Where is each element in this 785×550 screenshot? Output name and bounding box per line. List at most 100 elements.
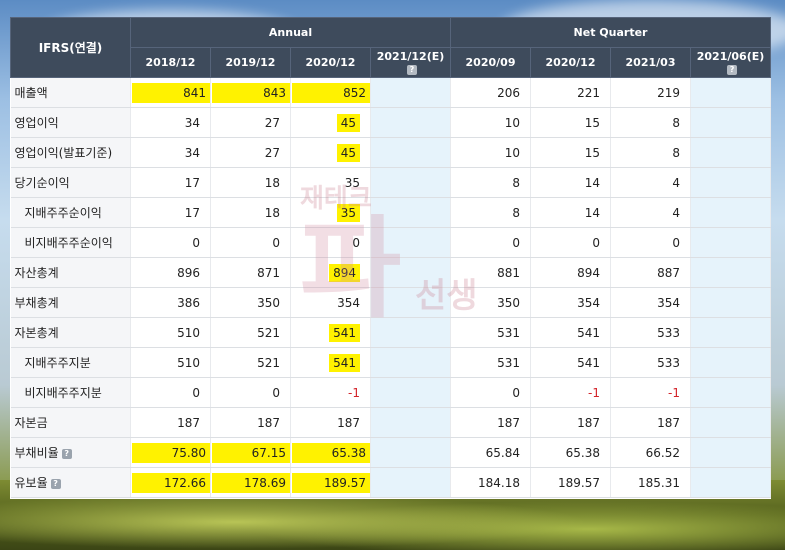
cell-value: 521: [257, 325, 280, 340]
cell-value: 45: [336, 143, 360, 162]
table-cell: 178.69: [210, 467, 291, 498]
help-icon[interactable]: ?: [407, 64, 417, 75]
table-cell: [370, 227, 452, 258]
table-cell: 8: [450, 197, 532, 228]
cell-value: 521: [257, 355, 280, 370]
cell-value: 10: [504, 115, 521, 130]
cell-value: -1: [668, 385, 681, 400]
row-label[interactable]: 영업이익: [15, 116, 59, 130]
cell-value: 0: [272, 385, 280, 400]
table-cell: 221: [530, 77, 612, 108]
row-label[interactable]: 당기순이익: [15, 176, 70, 190]
row-label[interactable]: 부채비율: [15, 446, 59, 460]
table-cell: 35: [290, 167, 371, 198]
help-icon[interactable]: ?: [727, 64, 738, 75]
row-label-cell: 자본금: [10, 407, 131, 438]
row-label[interactable]: 자본금: [15, 416, 48, 430]
cell-value: 66.52: [645, 445, 681, 460]
help-icon[interactable]: ?: [50, 478, 61, 489]
table-cell: 8: [610, 137, 692, 168]
row-label-cell: 부채비율?: [10, 437, 131, 468]
table-cell: 541: [290, 347, 371, 378]
table-cell: 0: [290, 227, 371, 258]
table-cell: 219: [610, 77, 692, 108]
row-label-cell: 지배주주지분: [10, 347, 131, 378]
help-icon[interactable]: ?: [61, 448, 72, 459]
row-label[interactable]: 매출액: [15, 86, 48, 100]
column-header-label: 2020/12: [545, 56, 596, 69]
row-label-cell: 당기순이익: [10, 167, 131, 198]
table-cell: 521: [210, 317, 291, 348]
table-cell: 531: [450, 317, 532, 348]
cell-value: 187: [577, 415, 601, 430]
table-row: 지배주주지분 510 521 541 531 541 533: [10, 347, 772, 378]
table-cell: 521: [210, 347, 291, 378]
cell-value: 541: [329, 323, 360, 342]
table-cell: 189.57: [530, 467, 612, 498]
table-cell: 65.38: [290, 437, 371, 468]
table-cell: [690, 227, 772, 258]
cell-value: 15: [584, 115, 601, 130]
column-header-label: 2018/12: [145, 56, 196, 69]
cell-value: 187: [257, 415, 280, 430]
table-cell: [370, 197, 452, 228]
row-label[interactable]: 자산총계: [15, 266, 59, 280]
cell-value: 178.69: [212, 472, 290, 493]
cell-value: 35: [336, 203, 360, 222]
cell-value: 184.18: [478, 475, 521, 490]
cell-value: 541: [577, 325, 601, 340]
cell-value: 14: [584, 175, 601, 190]
table-cell: -1: [530, 377, 612, 408]
row-label-cell: 비지배주주순이익: [10, 227, 131, 258]
cell-value: 45: [336, 113, 360, 132]
table-cell: [370, 317, 452, 348]
table-cell: 34: [130, 107, 211, 138]
row-label[interactable]: 유보율: [15, 476, 48, 490]
column-header: 2020/09: [450, 47, 532, 78]
table-cell: [370, 287, 452, 318]
table-cell: 189.57: [290, 467, 371, 498]
cell-value: 0: [352, 235, 360, 250]
cell-value: 8: [672, 145, 681, 160]
table-row: 매출액 841 843 852 206 221 219: [10, 77, 772, 108]
cell-value: 17: [184, 175, 200, 190]
row-label-cell: 자산총계: [10, 257, 131, 288]
table-cell: 841: [130, 77, 211, 108]
annual-group-header: Annual: [129, 17, 452, 48]
table-cell: [370, 347, 452, 378]
column-header: 2021/03: [610, 47, 692, 78]
column-header: 2021/06(E)?: [690, 47, 772, 78]
table-row: 영업이익(발표기준) 34 27 45 10 15 8: [10, 137, 772, 168]
cell-value: 350: [497, 295, 521, 310]
table-cell: -1: [610, 377, 692, 408]
row-label[interactable]: 지배주주지분: [25, 356, 91, 370]
row-label[interactable]: 영업이익(발표기준): [15, 146, 113, 160]
cell-value: 0: [192, 385, 200, 400]
table-cell: [370, 467, 452, 498]
cell-value: 35: [344, 175, 360, 190]
table-cell: 354: [290, 287, 371, 318]
row-label[interactable]: 부채총계: [15, 296, 59, 310]
table-cell: 187: [290, 407, 371, 438]
cell-value: 852: [292, 82, 370, 103]
table-cell: 8: [610, 107, 692, 138]
cell-value: 187: [177, 415, 200, 430]
cell-value: 510: [177, 355, 200, 370]
table-cell: [370, 77, 452, 108]
table-cell: 894: [530, 257, 612, 288]
row-label[interactable]: 자본총계: [15, 326, 59, 340]
table-cell: 8: [450, 167, 532, 198]
table-cell: 67.15: [210, 437, 291, 468]
table-row: 부채총계 386 350 354 350 354 354: [10, 287, 772, 318]
table-cell: 510: [130, 317, 211, 348]
table-cell: [370, 107, 452, 138]
row-label[interactable]: 비지배주주순이익: [25, 236, 113, 250]
cell-value: 354: [337, 295, 360, 310]
cell-value: 206: [497, 85, 521, 100]
cell-value: 0: [592, 235, 601, 250]
row-label[interactable]: 비지배주주지분: [25, 386, 102, 400]
row-label[interactable]: 지배주주순이익: [25, 206, 102, 220]
table-cell: 896: [130, 257, 211, 288]
column-header: 2018/12: [130, 47, 211, 78]
table-cell: 4: [610, 197, 692, 228]
